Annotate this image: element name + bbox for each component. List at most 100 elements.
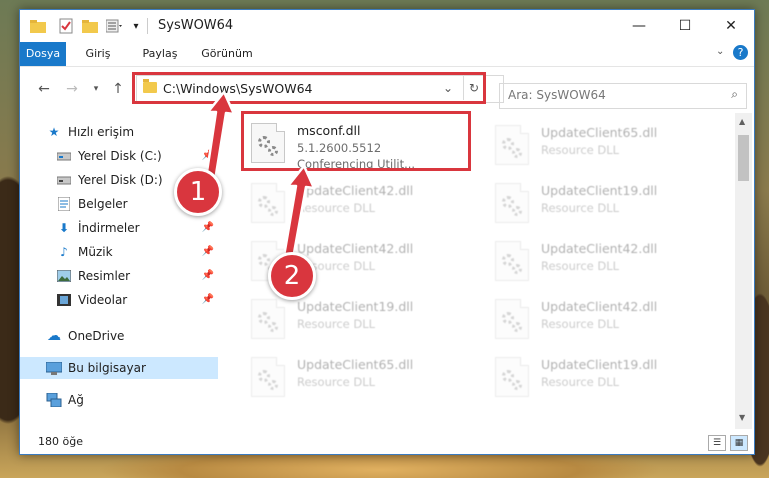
dll-file-icon (495, 125, 529, 165)
sidebar-item-label: OneDrive (68, 329, 125, 343)
sidebar-item-label: Ağ (68, 393, 84, 407)
properties-icon[interactable] (58, 18, 74, 34)
address-path[interactable]: C:\Windows\SysWOW64 (163, 81, 312, 96)
file-item[interactable]: UpdateClient19.dll Resource DLL (249, 293, 479, 349)
expand-ribbon-icon[interactable]: ⌄ (716, 46, 724, 57)
navigation-pane: ★ Hızlı erişim Yerel Disk (C:) 📌 Yerel D… (20, 113, 220, 429)
document-icon (56, 196, 72, 212)
item-count: 180 öğe (38, 435, 83, 448)
file-item[interactable]: UpdateClient19.dll Resource DLL (493, 177, 723, 233)
customize-toolbar-icon[interactable] (106, 18, 124, 34)
up-arrow-icon[interactable]: ↑ (108, 79, 128, 99)
file-item-msconf[interactable]: msconf.dll 5.1.2600.5512 Conferencing Ut… (249, 117, 479, 173)
window-title: SysWOW64 (158, 18, 234, 33)
dll-file-icon (251, 123, 285, 163)
file-item[interactable]: UpdateClient42.dll Resource DLL (493, 235, 723, 291)
file-name: UpdateClient42.dll (541, 241, 658, 256)
sidebar-item-this-pc[interactable]: Bu bilgisayar (20, 357, 218, 379)
file-explorer-window: ▾ SysWOW64 — ☐ ✕ Dosya Giriş Paylaş Görü… (19, 9, 755, 455)
cloud-icon: ☁ (47, 328, 61, 344)
tab-view[interactable]: Görünüm (196, 42, 258, 66)
search-placeholder[interactable]: Ara: SysWOW64 (508, 88, 606, 102)
file-item[interactable]: UpdateClient42.dll Resource DLL (249, 177, 479, 233)
details-view-icon[interactable]: ☰ (708, 435, 726, 451)
network-icon (46, 392, 62, 408)
file-name: UpdateClient65.dll (297, 357, 414, 372)
scroll-down-icon[interactable]: ▼ (739, 413, 745, 422)
search-box[interactable]: Ara: SysWOW64 ⌕ (499, 83, 747, 109)
dll-file-icon (495, 241, 529, 281)
sidebar-item-label: Bu bilgisayar (68, 361, 146, 375)
file-name: UpdateClient19.dll (297, 299, 414, 314)
dll-file-icon (495, 183, 529, 223)
sidebar-item-downloads[interactable]: ⬇ İndirmeler 📌 (20, 217, 218, 239)
file-name: UpdateClient42.dll (297, 241, 414, 256)
file-name: UpdateClient19.dll (541, 357, 658, 372)
sidebar-item-onedrive[interactable]: ☁ OneDrive (20, 325, 218, 347)
address-dropdown-icon[interactable]: ⌄ (443, 81, 453, 95)
large-icons-view-icon[interactable]: ▦ (730, 435, 748, 451)
sidebar-item-label: Belgeler (78, 197, 128, 211)
sidebar-item-label: İndirmeler (78, 221, 140, 235)
step-badge-2: 2 (268, 252, 316, 300)
back-arrow-icon[interactable]: ← (34, 79, 54, 99)
file-description: Resource DLL (541, 201, 620, 215)
title-separator (147, 18, 148, 34)
help-icon[interactable]: ? (733, 45, 748, 60)
file-description: Resource DLL (297, 201, 376, 215)
ribbon-tabs: Dosya Giriş Paylaş Görünüm ⌄ ? (20, 42, 754, 67)
tab-file[interactable]: Dosya (20, 42, 66, 66)
sidebar-item-pictures[interactable]: Resimler 📌 (20, 265, 218, 287)
minimize-button[interactable]: — (616, 10, 662, 42)
forward-arrow-icon[interactable]: → (62, 79, 82, 99)
file-item[interactable]: UpdateClient65.dll Resource DLL (249, 351, 479, 407)
recent-locations-icon[interactable]: ▾ (86, 79, 106, 99)
picture-icon (56, 268, 72, 284)
pin-icon: 📌 (201, 294, 214, 305)
file-description: Conferencing Utilit... (297, 157, 416, 171)
sidebar-item-label: Videolar (78, 293, 128, 307)
refresh-icon[interactable]: ↻ (463, 76, 484, 100)
scroll-thumb[interactable] (738, 135, 749, 181)
file-description: Resource DLL (541, 375, 620, 389)
sidebar-item-network[interactable]: Ağ (20, 389, 218, 411)
file-item[interactable]: UpdateClient42.dll Resource DLL (493, 293, 723, 349)
file-name: UpdateClient42.dll (541, 299, 658, 314)
drive-icon (56, 172, 72, 188)
search-icon[interactable]: ⌕ (731, 87, 738, 102)
file-name: msconf.dll (297, 123, 361, 138)
title-bar: ▾ SysWOW64 — ☐ ✕ (20, 10, 754, 42)
file-item[interactable]: UpdateClient19.dll Resource DLL (493, 351, 723, 407)
step-badge-1: 1 (174, 168, 222, 216)
dll-file-icon (251, 357, 285, 397)
pin-icon: 📌 (201, 270, 214, 281)
dll-file-icon (495, 299, 529, 339)
scroll-up-icon[interactable]: ▲ (739, 117, 745, 126)
sidebar-item-videos[interactable]: Videolar 📌 (20, 289, 218, 311)
sidebar-item-drive-c[interactable]: Yerel Disk (C:) 📌 (20, 145, 218, 167)
file-name: UpdateClient19.dll (541, 183, 658, 198)
computer-icon (46, 360, 62, 376)
new-folder-icon[interactable] (82, 18, 98, 34)
vertical-scrollbar[interactable]: ▲ ▼ (735, 113, 752, 429)
file-name: UpdateClient65.dll (541, 125, 658, 140)
tab-share[interactable]: Paylaş (135, 42, 185, 66)
file-description: Resource DLL (297, 317, 376, 331)
maximize-button[interactable]: ☐ (662, 10, 708, 42)
file-name: UpdateClient42.dll (297, 183, 414, 198)
sidebar-item-label: Müzik (78, 245, 113, 259)
folder-icon (30, 18, 46, 34)
address-bar[interactable]: C:\Windows\SysWOW64 ⌄ ↻ (136, 75, 504, 103)
pin-icon: 📌 (201, 222, 214, 233)
close-button[interactable]: ✕ (708, 10, 754, 42)
file-item[interactable]: UpdateClient65.dll Resource DLL (493, 119, 723, 175)
status-bar: 180 öğe ☰ ▦ (20, 430, 754, 454)
sidebar-item-label: Resimler (78, 269, 131, 283)
folder-icon (143, 79, 157, 93)
tab-home[interactable]: Giriş (78, 42, 118, 66)
sidebar-item-music[interactable]: ♪ Müzik 📌 (20, 241, 218, 263)
dll-file-icon (495, 357, 529, 397)
sidebar-item-label: Yerel Disk (D:) (78, 173, 163, 187)
sidebar-item-quick-access[interactable]: ★ Hızlı erişim (20, 121, 218, 143)
quick-access-dropdown-icon[interactable]: ▾ (130, 18, 142, 34)
